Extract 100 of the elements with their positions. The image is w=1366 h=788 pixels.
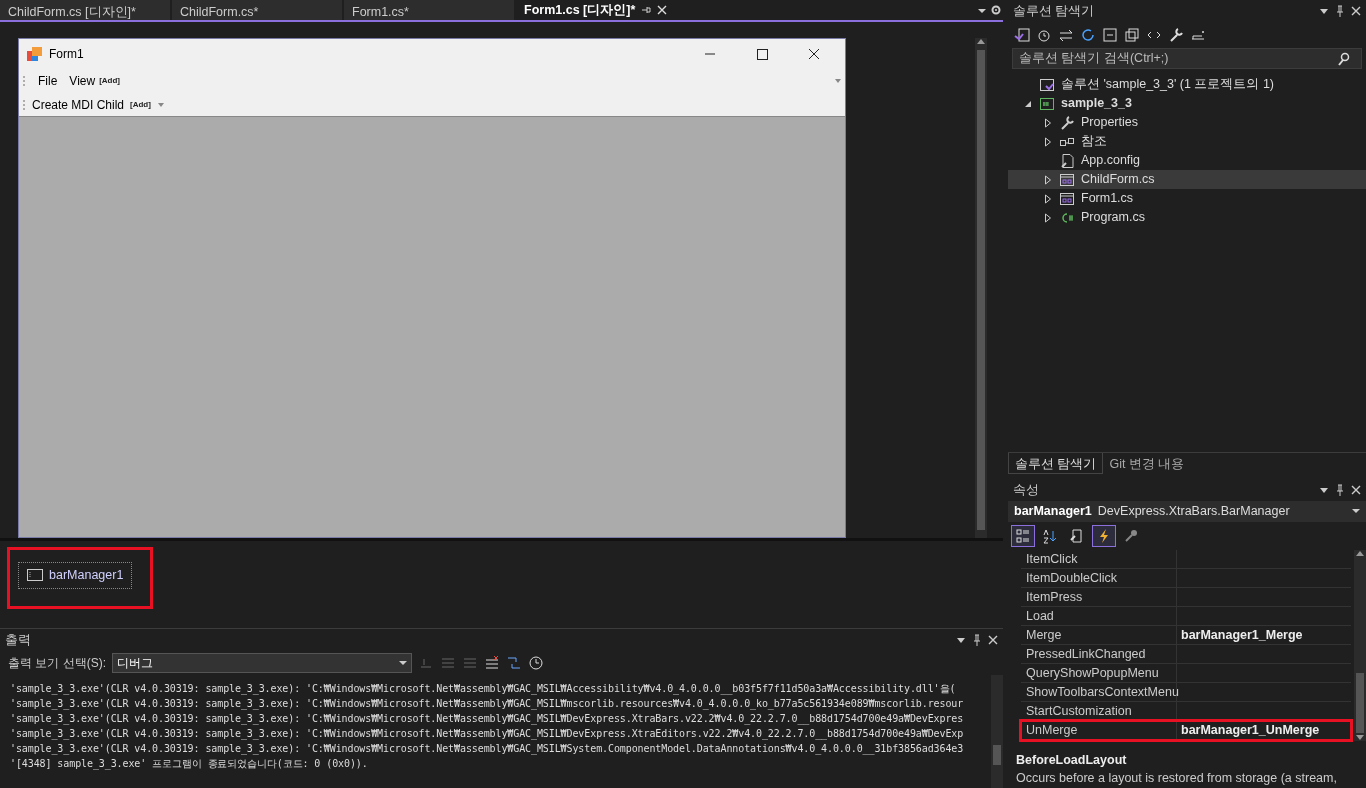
solution-icon xyxy=(1039,76,1055,93)
object-selector[interactable]: barManager1 DevExpress.XtraBars.BarManager xyxy=(1008,500,1366,522)
description-title: BeforeLoadLayout xyxy=(1016,751,1128,769)
output-line: 'sample_3_3.exe'(CLR v4.0.30319: sample_3_3.exe): 'C:₩Windows₩Microsoft.Net₩assembly₩GAC_MSIL₩mscorlib.resources₩v4.0_4.0.0.0_ko_b77a5c561934e089₩mscorlib.resour xyxy=(10,697,964,711)
tree-item[interactable]: ChildForm.cs xyxy=(1008,170,1366,189)
toolbar-icon xyxy=(27,569,43,582)
document-tab[interactable]: ChildForm.cs* xyxy=(172,0,342,20)
tree-item[interactable]: App.config xyxy=(1008,151,1366,170)
output-source-dropdown[interactable]: 디버그 xyxy=(112,653,412,673)
menu-item[interactable]: File xyxy=(38,72,58,90)
panel-tab[interactable]: 솔루션 탐색기 xyxy=(1008,453,1104,474)
field-label: 출력 보기 선택(S): xyxy=(8,655,106,672)
panel-title: 출력 xyxy=(5,631,31,649)
expand-icon[interactable] xyxy=(1044,136,1052,147)
sync-icon[interactable] xyxy=(1058,27,1074,43)
add-item-link[interactable]: [Add] xyxy=(99,75,121,87)
output-line: 'sample_3_3.exe'(CLR v4.0.30319: sample_3_3.exe): 'C:₩Windows₩Microsoft.Net₩assembly₩GAC_MSIL₩DevExpress.XtraEditors.v22.2₩v4.0_22.2.7.0__b88d1754d700e49a₩DevExp xyxy=(10,727,964,741)
scroll-down-icon[interactable] xyxy=(1356,732,1364,741)
grip-icon xyxy=(22,75,26,87)
pin-icon[interactable] xyxy=(641,5,652,15)
key-icon xyxy=(1123,527,1139,544)
property-name: ShowToolbarsContextMenu xyxy=(1021,682,1177,701)
panel-tab[interactable]: Git 변경 내용 xyxy=(1103,453,1191,474)
scrollbar-thumb[interactable] xyxy=(1356,672,1364,733)
clear-all-icon[interactable] xyxy=(484,655,500,671)
pin-icon[interactable] xyxy=(1335,484,1345,497)
panel-title: 속성 xyxy=(1013,482,1039,499)
component-item[interactable]: barManager1 xyxy=(18,562,133,589)
tree-item[interactable]: 참조 xyxy=(1008,132,1366,151)
toolbar-button[interactable] xyxy=(1092,524,1116,547)
form-file-icon xyxy=(1059,190,1075,207)
property-name: PressedLinkChanged xyxy=(1021,644,1177,663)
close-icon[interactable] xyxy=(1351,485,1361,496)
expanded-icon[interactable] xyxy=(1024,99,1032,108)
toolbar-button[interactable] xyxy=(1011,524,1035,547)
property-page-icon xyxy=(1069,527,1085,544)
property-name: QueryShowPopupMenu xyxy=(1021,663,1177,682)
output-line: 'sample_3_3.exe'(CLR v4.0.30319: sample_3_3.exe): 'C:₩Windows₩Microsoft.Net₩assembly₩GAC_MSIL₩System.ComponentModel.DataAnnotations₩v4.0_4.0.0.0__31bf3856ad364e3 xyxy=(10,742,964,756)
property-name: ItemClick xyxy=(1021,549,1177,568)
pin-icon[interactable] xyxy=(972,634,982,646)
tree-item[interactable]: Properties xyxy=(1008,113,1366,132)
expand-icon[interactable] xyxy=(1044,193,1052,204)
output-line: '[4348] sample_3_3.exe' 프로그램이 종료되었습니다(코드: 0 (0x0)). xyxy=(10,757,368,771)
property-name: Load xyxy=(1021,606,1177,625)
refresh-icon[interactable] xyxy=(1080,27,1096,43)
document-tab[interactable]: ChildForm.cs [디자인]* xyxy=(0,0,170,20)
close-icon[interactable] xyxy=(988,635,998,645)
dropdown-icon[interactable] xyxy=(1319,6,1329,16)
expand-icon[interactable] xyxy=(1044,212,1052,223)
dropdown-icon[interactable] xyxy=(956,635,966,645)
history-icon[interactable] xyxy=(1036,27,1052,43)
tree-item[interactable]: Form1.cs xyxy=(1008,189,1366,208)
vertical-scrollbar[interactable] xyxy=(1354,549,1366,741)
expand-icon[interactable] xyxy=(1044,117,1052,128)
close-icon[interactable] xyxy=(1351,6,1361,16)
config-file-icon xyxy=(1059,152,1075,169)
project-icon xyxy=(1039,95,1055,112)
categorized-icon xyxy=(1015,527,1031,544)
property-name: UnMerge xyxy=(1021,720,1177,739)
property-name: ItemDoubleClick xyxy=(1021,568,1177,587)
pin-icon[interactable] xyxy=(1335,5,1345,17)
tree-item[interactable]: Program.cs xyxy=(1008,208,1366,227)
scroll-up-icon[interactable] xyxy=(1356,549,1364,558)
scrollbar-thumb[interactable] xyxy=(977,50,985,530)
clock-icon[interactable] xyxy=(528,655,544,671)
toolbar-item[interactable]: Create MDI Child xyxy=(32,95,125,114)
search-field[interactable]: 솔루션 탐색기 검색(Ctrl+;) xyxy=(1012,48,1362,69)
output-line: 'sample_3_3.exe'(CLR v4.0.30319: sample_3_3.exe): 'C:₩Windows₩Microsoft.Net₩assembly₩GAC_MSIL₩Accessibility₩v4.0_4.0.0.0__b03f5f7f11d50a3a₩Accessibility.dll'을( xyxy=(10,682,956,696)
expand-icon[interactable] xyxy=(1044,174,1052,185)
collapse-icon[interactable] xyxy=(1102,27,1118,43)
description-text: Occurs before a layout is restored from storage (a stream, xyxy=(1016,770,1338,788)
close-icon[interactable] xyxy=(657,5,668,15)
sort-icon xyxy=(1042,527,1058,544)
vertical-scrollbar[interactable] xyxy=(991,675,1003,788)
property-value[interactable]: barManager1_UnMerge xyxy=(1181,722,1320,737)
window-title: Form1 xyxy=(49,46,84,63)
property-name: StartCustomization xyxy=(1021,701,1177,720)
property-name: ItemPress xyxy=(1021,587,1177,606)
property-name: Merge xyxy=(1021,625,1177,644)
add-item-link[interactable]: [Add] xyxy=(130,98,151,111)
app-icon xyxy=(27,46,43,62)
copy-icon[interactable] xyxy=(1124,27,1140,43)
panel-title: 솔루션 탐색기 xyxy=(1013,2,1095,20)
property-value[interactable]: barManager1_Merge xyxy=(1181,627,1303,642)
menu-item[interactable]: View xyxy=(69,72,96,90)
tree-item[interactable]: sample_3_3 xyxy=(1008,94,1366,113)
word-wrap-icon[interactable] xyxy=(506,655,522,671)
tree-item[interactable]: 솔루션 'sample_3_3' (1 프로젝트의 1) xyxy=(1008,75,1366,94)
vertical-scrollbar[interactable] xyxy=(975,38,987,538)
wrench-icon xyxy=(1059,114,1075,131)
caret-icon xyxy=(1352,508,1360,515)
output-line: 'sample_3_3.exe'(CLR v4.0.30319: sample_3_3.exe): 'C:₩Windows₩Microsoft.Net₩assembly₩GAC_MSIL₩DevExpress.XtraBars.v22.2₩v4.0_22.2.7.0__b88d1754d700e49a₩DevExpres xyxy=(10,712,964,726)
document-tab[interactable]: Form1.cs* xyxy=(344,0,514,20)
scroll-up-icon[interactable] xyxy=(977,38,985,46)
wrench-icon[interactable] xyxy=(1168,27,1184,43)
caret-icon xyxy=(399,660,407,666)
form-file-icon xyxy=(1059,171,1075,188)
grip-icon xyxy=(22,98,26,111)
vs-home-icon[interactable] xyxy=(1014,27,1030,43)
scrollbar-thumb[interactable] xyxy=(993,745,1001,765)
